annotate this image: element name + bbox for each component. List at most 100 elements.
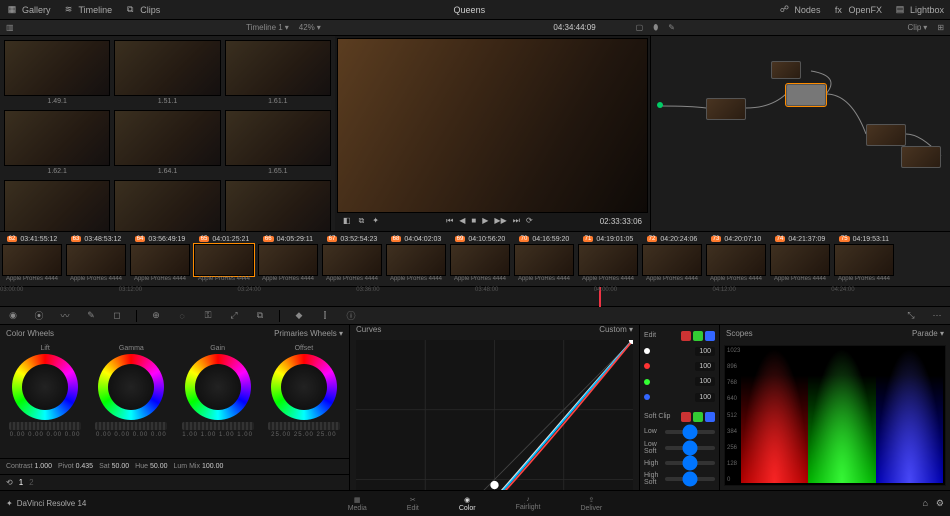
node[interactable] [706,98,746,120]
stills-view-button[interactable]: ▥ [6,23,14,32]
channel-dot[interactable] [644,363,650,369]
still-thumb[interactable]: 1.49.1 [4,40,110,96]
timeline-dropdown[interactable]: Timeline 1 ▾ [246,23,289,32]
jog-wheel[interactable] [9,422,81,430]
high-slider[interactable] [665,461,715,465]
stop-button[interactable]: ■ [471,216,476,226]
options-button[interactable]: ⋯ [930,309,944,323]
still-thumb[interactable]: 1.88.1 [114,180,220,231]
scopes-tool[interactable]: ⫿ [318,309,332,323]
viewer-tool-2[interactable]: ⬮ [653,23,658,33]
zoom-dropdown[interactable]: 42% ▾ [299,23,321,32]
color-wheel[interactable] [271,354,337,420]
timeline-toggle[interactable]: ≋ Timeline [63,4,113,16]
node[interactable] [771,61,801,79]
swatch-r[interactable] [681,331,691,341]
parade-scope[interactable]: 10238967686405123842561280 [724,345,946,486]
node-graph[interactable] [650,36,950,231]
clip-thumb[interactable]: 7304:20:07:10Apple ProRes 4444 [706,234,766,284]
clip-thumb[interactable]: 6303:48:53:12Apple ProRes 4444 [66,234,126,284]
primaries-tool[interactable]: ◉ [6,309,20,323]
split-tool[interactable]: ⧉ [359,216,365,226]
softclip-r[interactable] [681,412,691,422]
gallery-toggle[interactable]: ▦ Gallery [6,4,51,16]
clip-dropdown[interactable]: Clip ▾ [908,23,928,32]
loop-button[interactable]: ⟳ [526,216,533,226]
color-wheel[interactable] [98,354,164,420]
page-1[interactable]: 1 [19,478,23,487]
page-fairlight[interactable]: ♪Fairlight [516,496,541,511]
tracker-tool[interactable]: ⊕ [149,309,163,323]
clip-thumb[interactable]: 6904:10:56:20Apple ProRes 4444 [450,234,510,284]
param-sat[interactable]: Sat50.00 [99,463,129,470]
clip-thumb[interactable]: 7204:20:24:06Apple ProRes 4444 [642,234,702,284]
low-slider[interactable] [665,430,715,434]
nodes-toggle[interactable]: ☍ Nodes [778,4,820,16]
info-tool[interactable]: ⓘ [344,309,358,323]
channel-value[interactable]: 100 [695,377,715,386]
first-frame-button[interactable]: ⏮ [446,216,453,226]
color-wheel[interactable] [185,354,251,420]
param-hue[interactable]: Hue50.00 [135,463,167,470]
keyframe-tool[interactable]: ◆ [292,309,306,323]
play-button[interactable]: ▶ [482,216,488,226]
key-tool[interactable]: ⚿ [201,309,215,323]
viewer-tool-1[interactable]: ▢ [636,23,644,32]
clip-thumb[interactable]: 6504:01:25:21Apple ProRes 4444 [194,234,254,284]
param-lum-mix[interactable]: Lum Mix100.00 [174,463,224,470]
clip-thumb[interactable]: 6403:56:49:19Apple ProRes 4444 [130,234,190,284]
still-thumb[interactable]: 1.84.1 [4,180,110,231]
softclip-g[interactable] [693,412,703,422]
clip-thumb[interactable]: 6703:52:54:23Apple ProRes 4444 [322,234,382,284]
node-layout-button[interactable]: ⊞ [937,23,944,32]
page-media[interactable]: ▦Media [348,496,367,512]
curve-editor[interactable] [356,340,633,490]
stereo-tool[interactable]: ⧉ [253,309,267,323]
page-2[interactable]: 2 [29,478,33,487]
highlight-tool[interactable]: ✦ [372,216,379,226]
color-wheel[interactable] [12,354,78,420]
sizing-tool[interactable]: ⤢ [227,309,241,323]
clip-thumb[interactable]: 6804:04:02:03Apple ProRes 4444 [386,234,446,284]
still-thumb[interactable]: 1.89.1 [225,180,331,231]
still-thumb[interactable]: 1.65.1 [225,110,331,166]
channel-value[interactable]: 100 [695,393,715,402]
home-button[interactable]: ⌂ [922,498,927,509]
wheels-mode-dropdown[interactable]: Primaries Wheels ▾ [274,329,343,338]
openfx-toggle[interactable]: fx OpenFX [832,4,882,16]
lowsoft-slider[interactable] [665,446,715,450]
jog-wheel[interactable] [182,422,254,430]
prev-frame-button[interactable]: ◀ [459,216,465,226]
curves-tool[interactable]: 〰 [58,309,72,323]
clip-thumb[interactable]: 6203:41:55:12Apple ProRes 4444 [2,234,62,284]
stills-gallery[interactable]: 1.49.1 1.51.1 1.61.1 1.62.1 1.64.1 1.65.… [0,36,335,231]
clip-strip[interactable]: 6203:41:55:12Apple ProRes 44446303:48:53… [0,231,950,287]
lightbox-toggle[interactable]: ▤ Lightbox [894,4,944,16]
blur-tool[interactable]: ◌ [175,309,189,323]
clip-thumb[interactable]: 7504:19:53:11Apple ProRes 4444 [834,234,894,284]
reset-button[interactable]: ⟲ [6,478,13,487]
still-thumb[interactable]: 1.62.1 [4,110,110,166]
qualifier-tool[interactable]: ✎ [84,309,98,323]
clip-thumb[interactable]: 7404:21:37:09Apple ProRes 4444 [770,234,830,284]
timeline-ruler[interactable]: 03:00:0003:12:0003:24:0003:36:0003:48:00… [0,287,950,307]
next-frame-button[interactable]: ▶▶ [494,216,506,226]
window-tool[interactable]: ◻ [110,309,124,323]
wipe-tool[interactable]: ◧ [343,216,351,226]
param-contrast[interactable]: Contrast1.000 [6,463,52,470]
node[interactable] [901,146,941,168]
swatch-b[interactable] [705,331,715,341]
page-edit[interactable]: ✂Edit [407,496,419,512]
clip-thumb[interactable]: 7104:19:01:05Apple ProRes 4444 [578,234,638,284]
settings-button[interactable]: ⚙ [936,498,944,509]
still-thumb[interactable]: 1.64.1 [114,110,220,166]
channel-dot[interactable] [644,379,650,385]
channel-value[interactable]: 100 [695,347,715,356]
still-thumb[interactable]: 1.51.1 [114,40,220,96]
param-pivot[interactable]: Pivot0.435 [58,463,93,470]
highsoft-slider[interactable] [665,477,715,481]
softclip-b[interactable] [705,412,715,422]
still-thumb[interactable]: 1.61.1 [225,40,331,96]
swatch-g[interactable] [693,331,703,341]
channel-value[interactable]: 100 [695,362,715,371]
